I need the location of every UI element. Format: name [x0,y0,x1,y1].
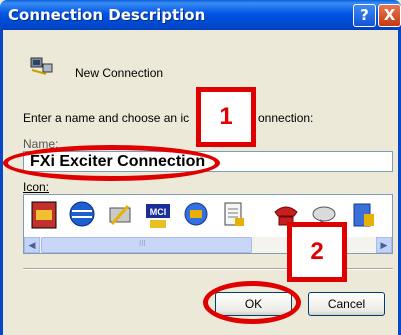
scroll-thumb-grip: III [139,239,146,248]
globe-icon[interactable] [68,200,96,230]
prompt-text-right: onnection: [258,111,314,125]
phone-icon[interactable] [30,200,58,230]
callout-2: 2 [287,222,347,282]
mci-icon[interactable]: MCI [144,200,172,230]
title-bar: Connection Description ? X [0,0,401,30]
highlight-ring-ok [203,281,301,324]
scroll-right-arrow-icon[interactable]: ▶ [376,237,392,253]
connection-icon [30,57,53,75]
cancel-button[interactable]: Cancel [308,292,385,316]
phone-globe-icon[interactable] [182,200,210,230]
window-border-left [0,30,3,335]
callout-1: 1 [196,87,256,147]
prompt-text-left: Enter a name and choose an ic [23,111,190,125]
close-button[interactable]: X [378,4,401,27]
highlight-ring-name [3,145,220,181]
book-icon[interactable] [350,200,378,230]
scroll-left-arrow-icon[interactable]: ◀ [24,237,40,253]
satellite-icon[interactable] [106,200,134,230]
window-title: Connection Description [8,6,206,24]
document-icon[interactable] [220,200,248,230]
scroll-thumb[interactable]: III [41,237,252,253]
connection-heading: New Connection [75,66,164,80]
help-button[interactable]: ? [353,4,376,27]
svg-text:MCI: MCI [150,207,167,217]
icon-label: Icon: [23,180,50,194]
